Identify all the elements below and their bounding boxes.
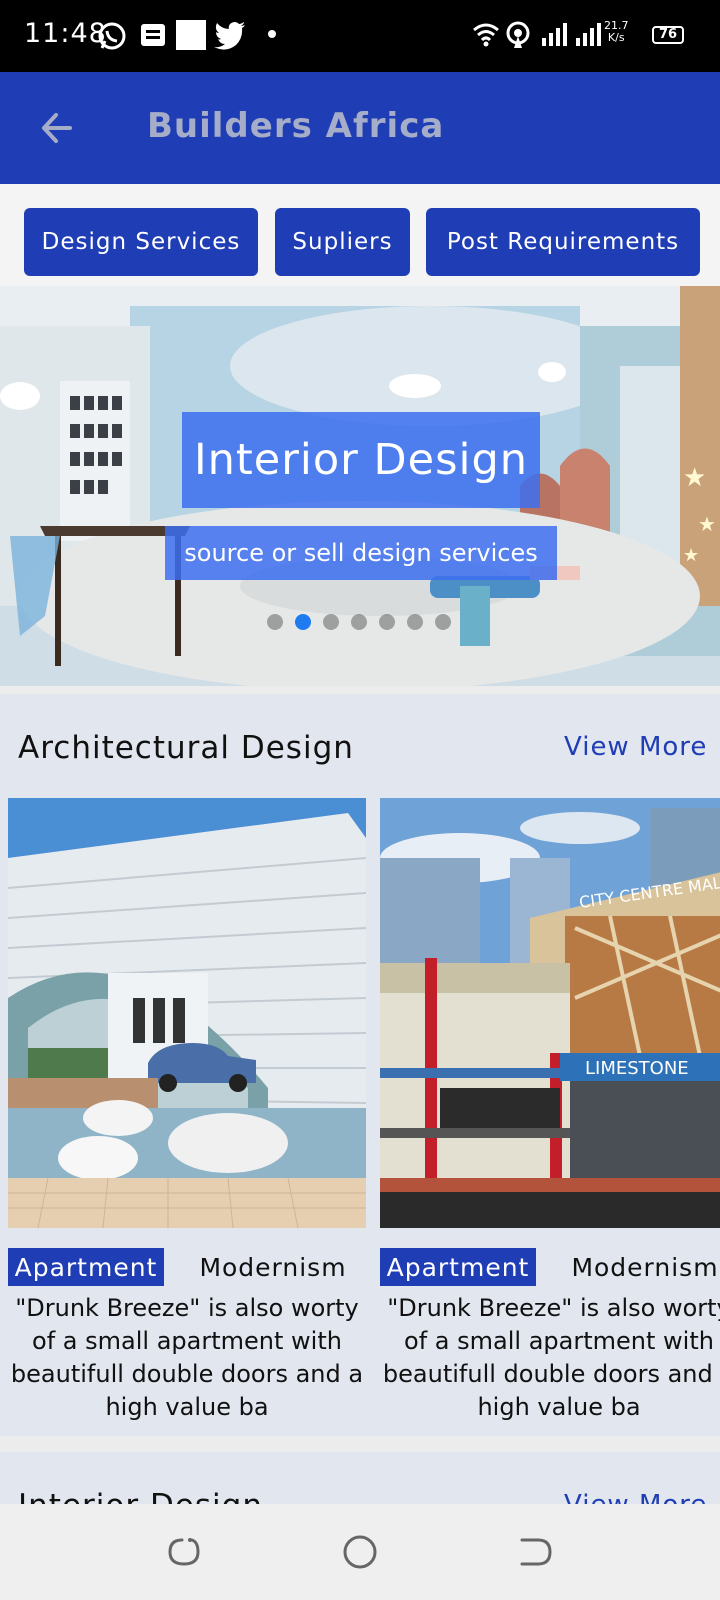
- tag-apartment: Apartment: [380, 1248, 536, 1286]
- category-chips: Design Services Supliers Post Requiremen…: [0, 184, 720, 286]
- recent-apps-icon: [168, 1538, 200, 1566]
- wifi-icon: [472, 20, 500, 52]
- city-centre-mall-image: CITY CENTRE MALL LIMESTONE: [380, 798, 720, 1228]
- hotspot-icon: [504, 20, 532, 54]
- message-icon: [140, 20, 166, 54]
- network-speed: 21.7 K/s: [604, 20, 629, 44]
- back-nav-icon: [520, 1538, 552, 1566]
- app-bar: Builders Africa: [0, 72, 720, 184]
- arrow-left-icon: [42, 113, 72, 143]
- home-button[interactable]: [340, 1532, 380, 1572]
- design-card[interactable]: Apartment Modernism "Drunk Breeze" is al…: [8, 798, 366, 1421]
- card-image: [8, 798, 366, 1228]
- system-navigation-bar: [0, 1504, 720, 1600]
- tag-apartment: Apartment: [8, 1248, 164, 1286]
- card-image: CITY CENTRE MALL LIMESTONE: [380, 798, 720, 1228]
- network-speed-unit: K/s: [607, 31, 625, 44]
- carousel-dot[interactable]: [323, 614, 339, 630]
- design-services-button[interactable]: Design Services: [24, 208, 258, 276]
- recent-apps-button[interactable]: [164, 1532, 204, 1572]
- design-card[interactable]: CITY CENTRE MALL LIMESTONE Apartment Mod…: [380, 798, 720, 1421]
- back-button[interactable]: [36, 106, 80, 150]
- carousel-dot[interactable]: [407, 614, 423, 630]
- suppliers-button[interactable]: Supliers: [275, 208, 410, 276]
- notification-square-icon: [176, 20, 206, 54]
- section-title: Architectural Design: [18, 730, 354, 766]
- signal-1-icon: [540, 20, 568, 52]
- svg-text:★: ★: [698, 512, 716, 536]
- tag-modernism: Modernism: [571, 1252, 719, 1282]
- svg-text:★: ★: [683, 463, 706, 493]
- card-description: "Drunk Breeze" is also worty of a small …: [382, 1294, 720, 1421]
- carousel-dot-active[interactable]: [295, 614, 311, 630]
- carousel-dot[interactable]: [351, 614, 367, 630]
- battery-indicator: 76: [652, 26, 684, 44]
- twitter-icon: [214, 20, 246, 54]
- modern-house-image: [8, 798, 366, 1228]
- tag-modernism: Modernism: [199, 1252, 347, 1282]
- banner-title: Interior Design: [182, 412, 540, 508]
- more-notifications-dot: [268, 30, 276, 38]
- banner-carousel[interactable]: ★ ★ ★ Interior Design source or sell des…: [0, 286, 720, 686]
- back-nav-button[interactable]: [516, 1532, 556, 1572]
- whatsapp-icon: [96, 20, 128, 56]
- architectural-design-section: Architectural Design View More Apartment…: [0, 694, 720, 1436]
- svg-text:★: ★: [683, 545, 699, 566]
- app-title: Builders Africa: [147, 106, 445, 146]
- carousel-dot[interactable]: [267, 614, 283, 630]
- card-description: "Drunk Breeze" is also worty of a small …: [10, 1294, 364, 1421]
- status-time: 11:48: [24, 18, 107, 49]
- carousel-dot[interactable]: [435, 614, 451, 630]
- carousel-dot[interactable]: [379, 614, 395, 630]
- signal-2-icon: [574, 20, 602, 52]
- home-circle-icon: [343, 1535, 377, 1569]
- view-more-link[interactable]: View More: [564, 732, 707, 762]
- banner-subtitle: source or sell design services: [165, 526, 557, 580]
- carousel-indicators: [267, 614, 451, 630]
- svg-text:LIMESTONE: LIMESTONE: [585, 1058, 689, 1079]
- post-requirements-button[interactable]: Post Requirements: [426, 208, 700, 276]
- status-bar: 11:48 21.7 K/s 76: [0, 0, 720, 72]
